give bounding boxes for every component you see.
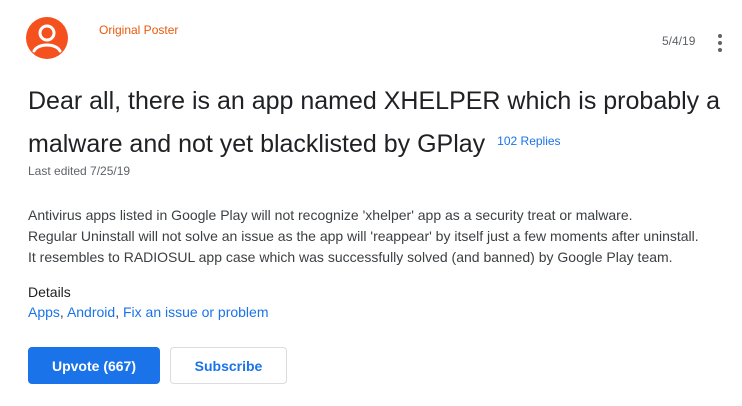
post-date: 5/4/19 (662, 34, 696, 48)
user-avatar-icon[interactable] (26, 17, 68, 59)
tag-link-apps[interactable]: Apps (28, 304, 60, 320)
tag-separator: , (115, 304, 123, 320)
subscribe-button[interactable]: Subscribe (170, 347, 287, 384)
author-role-badge: Original Poster (99, 23, 179, 37)
post-body: Antivirus apps listed in Google Play wil… (28, 205, 728, 268)
more-vert-icon[interactable] (713, 32, 727, 54)
tag-separator: , (59, 304, 67, 320)
post-card: Original Poster 5/4/19 Dear all, there i… (0, 0, 742, 406)
last-edited: Last edited 7/25/19 (28, 164, 131, 178)
body-paragraph: It resembles to RADIOSUL app case which … (28, 249, 673, 265)
tag-link-fix-issue[interactable]: Fix an issue or problem (123, 304, 269, 320)
body-paragraph: Antivirus apps listed in Google Play wil… (28, 207, 633, 223)
details-heading: Details (28, 284, 71, 300)
upvote-button[interactable]: Upvote (667) (28, 347, 160, 384)
post-title: Dear all, there is an app named XHELPER … (28, 80, 728, 167)
replies-link[interactable]: 102 Replies (497, 134, 560, 148)
body-paragraph: Regular Uninstall will not solve an issu… (28, 228, 699, 244)
post-title-text: Dear all, there is an app named XHELPER … (28, 87, 721, 158)
tag-link-android[interactable]: Android (67, 304, 115, 320)
details-links: Apps, Android, Fix an issue or problem (28, 304, 269, 320)
